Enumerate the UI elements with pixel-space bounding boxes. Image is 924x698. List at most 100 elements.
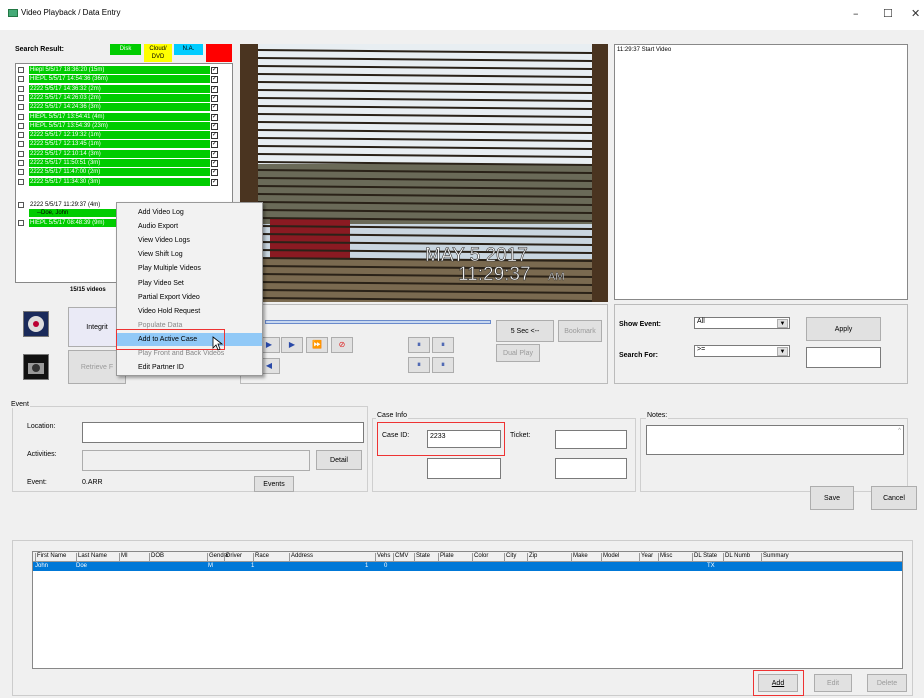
checkmark-icon[interactable]: ✓: [211, 160, 218, 167]
save-button[interactable]: Save: [810, 486, 854, 510]
row-checkbox[interactable]: [18, 169, 24, 176]
column-header[interactable]: Address: [289, 553, 313, 562]
checkmark-icon[interactable]: ✓: [211, 85, 218, 93]
detail-button[interactable]: Detail: [316, 450, 362, 470]
scroll-up-icon[interactable]: ^: [898, 428, 901, 434]
row-checkbox[interactable]: [18, 113, 24, 120]
delete-button[interactable]: Delete: [867, 674, 907, 692]
show-event-select[interactable]: All ▼: [694, 317, 790, 329]
menu-item-play-multiple-videos[interactable]: Play Multiple Videos: [117, 262, 262, 275]
close-button[interactable]: ✕: [911, 7, 920, 20]
fast-forward-icon[interactable]: ⏩: [306, 337, 328, 353]
column-header[interactable]: Vehs: [375, 553, 390, 562]
checkmark-icon[interactable]: ✓: [211, 132, 218, 140]
menu-item-view-shift-log[interactable]: View Shift Log: [117, 248, 262, 261]
notes-textarea[interactable]: ^: [646, 425, 904, 455]
case-field-input-2[interactable]: [555, 458, 627, 479]
chevron-down-icon[interactable]: ▼: [777, 347, 788, 356]
column-header[interactable]: DOB: [149, 553, 164, 562]
column-header[interactable]: Model: [601, 553, 619, 562]
notes-label: Notes:: [646, 412, 669, 419]
location-input[interactable]: [82, 422, 364, 443]
row-checkbox[interactable]: [18, 94, 24, 101]
column-header[interactable]: Color: [472, 553, 488, 562]
column-header[interactable]: First Name: [35, 553, 66, 562]
column-header[interactable]: Last Name: [76, 553, 107, 562]
menu-item-add-video-log[interactable]: Add Video Log: [117, 206, 262, 219]
menu-item-play-video-set[interactable]: Play Video Set: [117, 277, 262, 290]
row-checkbox[interactable]: [18, 202, 24, 208]
column-header[interactable]: Zip: [527, 553, 537, 562]
row-checkbox[interactable]: [18, 76, 24, 83]
column-header[interactable]: Driver: [224, 553, 242, 562]
ticket-input[interactable]: [555, 430, 627, 449]
activities-label: Activities:: [27, 451, 57, 458]
search-for-input[interactable]: [806, 347, 881, 368]
row-checkbox[interactable]: [18, 178, 24, 185]
checkmark-icon[interactable]: ✓: [211, 104, 218, 112]
menu-item-audio-export[interactable]: Audio Export: [117, 220, 262, 233]
camera-icon[interactable]: [23, 354, 49, 380]
case-field-input[interactable]: [427, 458, 501, 479]
column-header[interactable]: State: [414, 553, 430, 562]
bookmark-button[interactable]: Bookmark: [558, 320, 602, 342]
row-checkbox[interactable]: [18, 122, 24, 129]
disc-icon[interactable]: [23, 311, 49, 337]
dual-play-button[interactable]: Dual Play: [496, 344, 540, 362]
column-header[interactable]: DL State: [692, 553, 717, 562]
minimize-button[interactable]: –: [853, 7, 859, 20]
row-checkbox[interactable]: [18, 67, 24, 73]
row-checkbox[interactable]: [18, 132, 24, 139]
apply-button[interactable]: Apply: [806, 317, 881, 341]
people-table[interactable]: First Name Last Name MI DOB Gender Driver Race…: [32, 551, 903, 669]
row-checkbox[interactable]: [18, 220, 24, 226]
column-header[interactable]: Plate: [438, 553, 454, 562]
checkmark-icon[interactable]: ✓: [211, 141, 218, 149]
frame-forward-icon[interactable]: ⏸: [432, 337, 454, 353]
column-header[interactable]: Year: [639, 553, 653, 562]
checkmark-icon[interactable]: ✓: [211, 150, 218, 158]
row-checkbox[interactable]: [18, 160, 24, 166]
column-header[interactable]: Race: [253, 553, 269, 562]
cancel-button[interactable]: Cancel: [871, 486, 917, 510]
checkmark-icon[interactable]: ✓: [211, 113, 218, 121]
checkmark-icon[interactable]: ✓: [211, 178, 218, 186]
menu-item-edit-partner-id[interactable]: Edit Partner ID: [117, 361, 262, 374]
column-header[interactable]: MI: [119, 553, 128, 562]
menu-item-video-hold-request[interactable]: Video Hold Request: [117, 305, 262, 318]
pause-alt-icon[interactable]: ⏸: [432, 357, 454, 373]
edit-button[interactable]: Edit: [814, 674, 852, 692]
column-header[interactable]: Summary: [761, 553, 789, 562]
column-header[interactable]: DL Numb: [723, 553, 750, 562]
video-player[interactable]: MAY 5 2017 11:29:37 AM: [240, 44, 608, 302]
column-header[interactable]: CMV: [393, 553, 408, 562]
video-log-panel[interactable]: 11:29:37 Start Video: [614, 44, 908, 300]
chevron-down-icon[interactable]: ▼: [777, 319, 788, 328]
seek-bar[interactable]: [265, 320, 491, 324]
maximize-button[interactable]: ☐: [883, 7, 893, 20]
row-checkbox[interactable]: [18, 141, 24, 148]
checkmark-icon[interactable]: ✓: [211, 169, 218, 177]
stop-icon[interactable]: ⊘: [331, 337, 353, 353]
events-button[interactable]: Events: [254, 476, 294, 492]
row-checkbox[interactable]: [18, 150, 24, 157]
checkmark-icon[interactable]: ✓: [211, 94, 218, 102]
pause-icon[interactable]: ⏸: [408, 357, 430, 373]
column-header[interactable]: City: [504, 553, 516, 562]
activities-input[interactable]: [82, 450, 310, 471]
cursor-icon: [212, 336, 223, 351]
row-checkbox[interactable]: [18, 85, 24, 92]
five-sec-back-button[interactable]: 5 Sec <--: [496, 320, 554, 342]
table-row[interactable]: John Doe M 1 1 0 TX: [33, 562, 902, 571]
play-icon[interactable]: ▶: [281, 337, 303, 353]
checkmark-icon[interactable]: ✓: [211, 67, 218, 74]
column-header[interactable]: Make: [571, 553, 588, 562]
row-checkbox[interactable]: [18, 104, 24, 111]
frame-back-icon[interactable]: ⏸: [408, 337, 430, 353]
menu-item-view-video-logs[interactable]: View Video Logs: [117, 234, 262, 247]
search-for-select[interactable]: >= ▼: [694, 345, 790, 357]
checkmark-icon[interactable]: ✓: [211, 122, 218, 130]
checkmark-icon[interactable]: ✓: [211, 76, 218, 84]
column-header[interactable]: Misc: [658, 553, 672, 562]
menu-item-partial-export-video[interactable]: Partial Export Video: [117, 291, 262, 304]
